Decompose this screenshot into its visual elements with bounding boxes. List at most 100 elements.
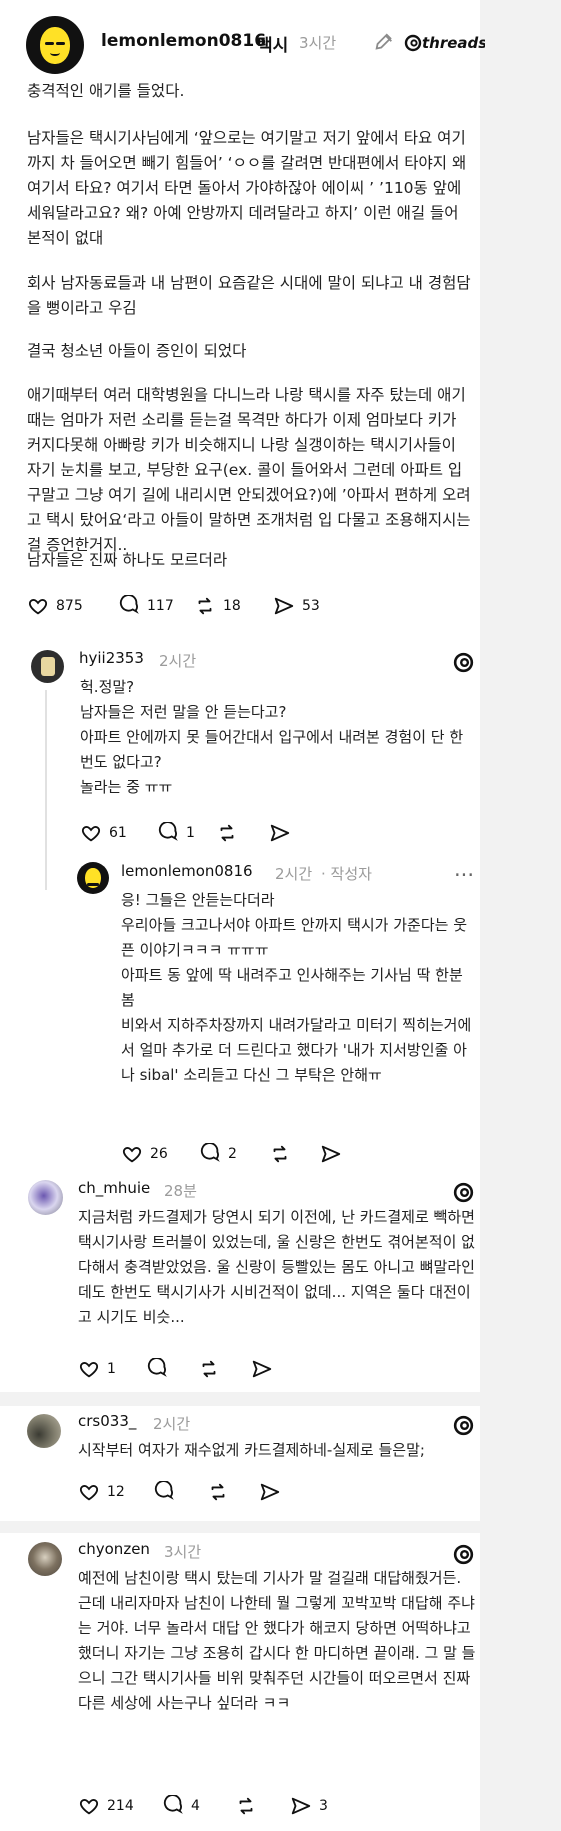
post-paragraph: 회사 남자동료들과 내 남편이 요즘같은 시대에 말이 되냐고 내 경험담을 뻥…: [27, 274, 471, 317]
comment-share-button[interactable]: 3: [290, 1795, 328, 1817]
author-username[interactable]: lemonlemon0816: [101, 31, 266, 51]
share-button[interactable]: 53: [273, 595, 320, 617]
nested-reply-line: [45, 840, 47, 876]
author-reply-avatar[interactable]: [77, 862, 109, 894]
threads-icon: [453, 1182, 474, 1203]
share-icon: [274, 597, 294, 615]
reply-avatar[interactable]: [31, 650, 64, 683]
comment-repost-button[interactable]: [235, 1795, 257, 1817]
comment-text: 시작부터 여자가 재수없게 카드결제하네-실제로 들은말;: [78, 1441, 425, 1459]
comment-like-button[interactable]: 214: [78, 1795, 134, 1817]
comment-time: 3시간: [164, 1543, 202, 1561]
share-icon: [291, 1797, 311, 1815]
reply-comment-button[interactable]: 1: [157, 822, 195, 844]
comment-like-count: 214: [107, 1798, 134, 1814]
comment-username[interactable]: crs033_: [78, 1412, 136, 1430]
share-icon: [252, 1360, 272, 1378]
comment-like-button[interactable]: 12: [78, 1481, 125, 1503]
author-reply-repost-button[interactable]: [269, 1143, 291, 1165]
comment-comment-count: 4: [191, 1798, 200, 1814]
repost-icon: [202, 1360, 216, 1378]
post-paragraph: 결국 청소년 아들이 증인이 되었다: [27, 342, 247, 360]
post-paragraph: 남자들은 진짜 하나도 모르더라: [27, 551, 228, 569]
author-reply-comment-button[interactable]: 2: [199, 1143, 237, 1165]
post-paragraph: 남자들은 택시기사님에게 ‘앞으로는 여기말고 저기 앞에서 타요 여기까지 차…: [27, 129, 472, 247]
threads-logo-icon: threads: [404, 34, 485, 52]
comment-like-count: 1: [107, 1361, 116, 1377]
author-avatar[interactable]: [26, 16, 84, 74]
share-icon: [270, 824, 290, 842]
repost-icon: [239, 1797, 253, 1815]
comment-avatar[interactable]: [27, 1414, 61, 1448]
like-button[interactable]: 875: [27, 595, 83, 617]
comment-comment-button[interactable]: [146, 1358, 168, 1380]
pencil-icon[interactable]: [373, 32, 395, 54]
comment-icon: [119, 595, 139, 614]
comment-username[interactable]: chyonzen: [78, 1540, 150, 1558]
author-reply-text: 응! 그들은 안듣는다더라 우리아들 크고나서야 아파트 안까지 택시가 가준다…: [121, 891, 472, 1084]
comment-username[interactable]: ch_mhuie: [78, 1179, 150, 1197]
share-icon: [321, 1145, 341, 1163]
share-count: 53: [302, 598, 320, 614]
reply-share-button[interactable]: [269, 822, 291, 844]
comment-card: [0, 1406, 480, 1521]
comment-icon: [147, 1358, 167, 1377]
author-role: · 작성자: [321, 865, 372, 883]
post-time: 3시간: [299, 34, 337, 52]
post-category[interactable]: 택시: [257, 31, 288, 56]
repost-icon: [198, 597, 212, 615]
comment-comment-button[interactable]: 4: [162, 1795, 200, 1817]
comment-repost-button[interactable]: [198, 1358, 220, 1380]
threads-icon: [453, 1544, 474, 1565]
comment-comment-button[interactable]: [153, 1481, 175, 1503]
comment-like-count: 12: [107, 1484, 125, 1500]
like-count: 875: [56, 598, 83, 614]
heart-icon: [79, 1485, 99, 1501]
threads-icon: [453, 1415, 474, 1436]
comment-count: 117: [147, 598, 174, 614]
comment-text: 지금처럼 카드결제가 당연시 되기 이전에, 난 카드결제로 빽하면 택시기사랑…: [78, 1208, 475, 1326]
author-reply-like-count: 26: [150, 1146, 168, 1162]
post-paragraph: 애기때부터 여러 대학병원을 다니느라 나랑 택시를 자주 탔는데 애기때는 엄…: [27, 386, 471, 554]
comment-text: 예전에 남친이랑 택시 탔는데 기사가 말 걸길래 대답해줬거든. 근데 내리자…: [78, 1569, 476, 1712]
reply-text: 헉.정말? 남자들은 저런 말을 안 듣는다고? 아파트 안에까지 못 들어간대…: [80, 678, 464, 796]
comment-time: 28분: [164, 1182, 197, 1200]
comment-avatar[interactable]: [28, 1542, 62, 1576]
share-icon: [260, 1483, 280, 1501]
comment-share-button[interactable]: [251, 1358, 273, 1380]
comment-button[interactable]: 117: [118, 595, 174, 617]
comment-icon: [163, 1795, 183, 1814]
comment-icon: [158, 822, 178, 841]
comment-share-button[interactable]: [259, 1481, 281, 1503]
heart-icon: [122, 1147, 142, 1163]
author-reply-share-button[interactable]: [320, 1143, 342, 1165]
comment-icon: [200, 1143, 220, 1162]
lemon-avatar-icon: [40, 27, 70, 64]
author-reply-time: 2시간: [275, 865, 313, 883]
heart-icon: [79, 1362, 99, 1378]
repost-icon: [220, 824, 234, 842]
author-reply-comment-count: 2: [228, 1146, 237, 1162]
threads-brand-text: threads: [422, 34, 485, 52]
reply-time: 2시간: [159, 652, 197, 670]
threads-icon: [453, 652, 474, 673]
comment-like-button[interactable]: 1: [78, 1358, 116, 1380]
heart-icon: [28, 599, 48, 615]
more-icon[interactable]: ...: [454, 857, 474, 881]
heart-icon: [79, 1799, 99, 1815]
repost-icon: [211, 1483, 225, 1501]
reply-like-count: 61: [109, 825, 127, 841]
reply-comment-count: 1: [186, 825, 195, 841]
reply-username[interactable]: hyii2353: [79, 649, 144, 667]
reply-like-button[interactable]: 61: [80, 822, 127, 844]
author-reply-username[interactable]: lemonlemon0816: [121, 862, 253, 880]
comment-repost-button[interactable]: [207, 1481, 229, 1503]
author-reply-like-button[interactable]: 26: [121, 1143, 168, 1165]
repost-button[interactable]: 18: [194, 595, 241, 617]
reply-repost-button[interactable]: [216, 822, 238, 844]
repost-icon: [273, 1145, 287, 1163]
post-paragraph: 충격적인 애기를 들었다.: [27, 82, 185, 100]
heart-icon: [81, 826, 101, 842]
comment-avatar[interactable]: [28, 1180, 63, 1215]
threads-screenshot: lemonlemon0816 택시 3시간 threads 충격적인 애기를 들…: [0, 0, 561, 1831]
